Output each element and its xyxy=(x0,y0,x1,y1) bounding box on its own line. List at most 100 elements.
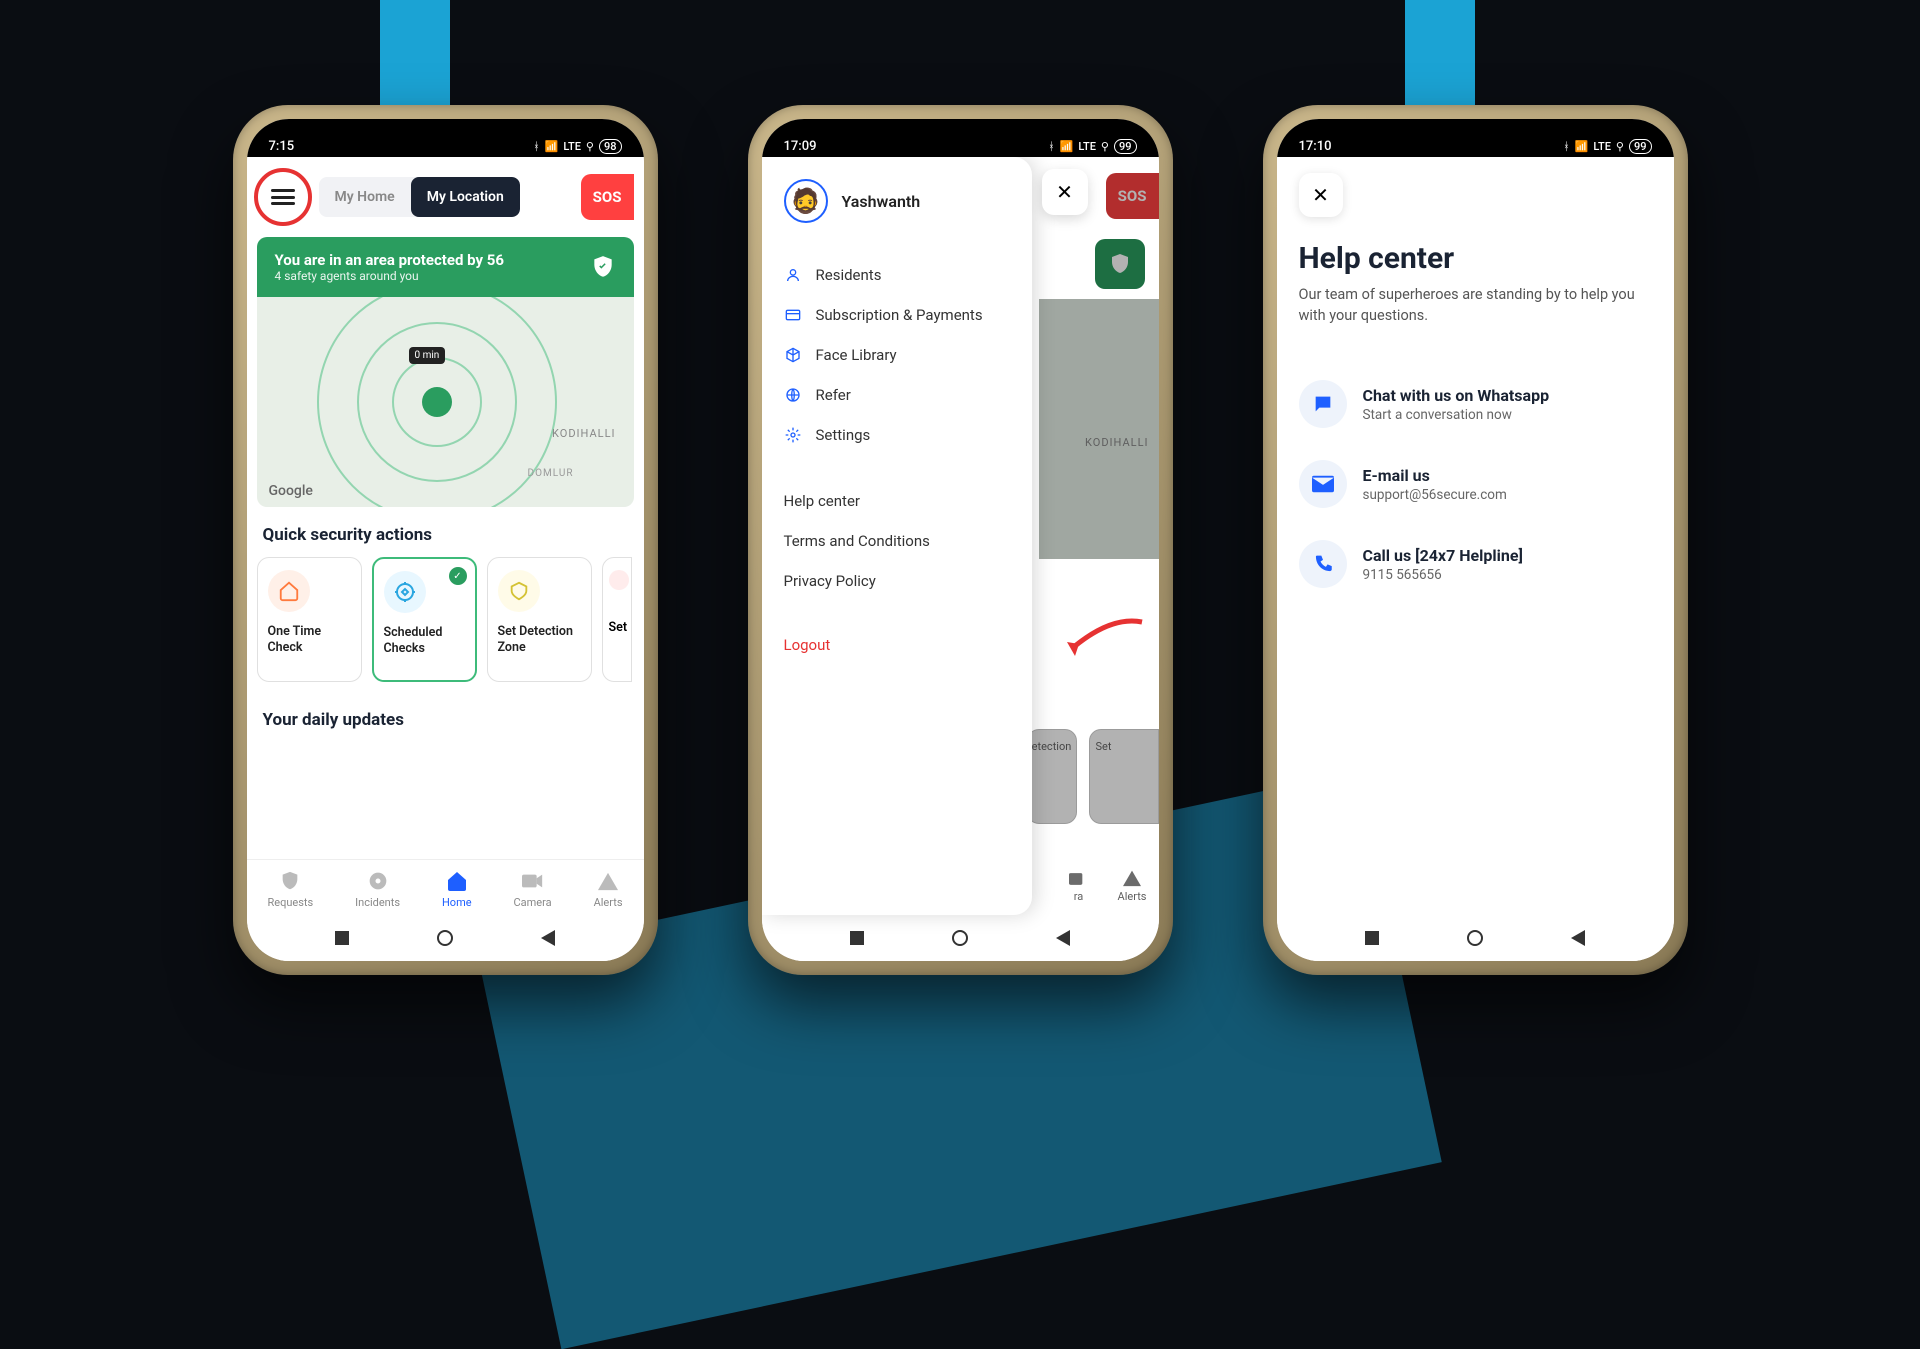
phone-frame-2: 17:09 ᚼ 📶 LTE ⚲ 99 SOS KODIHALLI etectio… xyxy=(748,105,1173,975)
map-place-label: KODIHALLI xyxy=(552,427,615,440)
recent-apps-icon[interactable] xyxy=(850,931,864,945)
action-scheduled-checks[interactable]: ✓ Scheduled Checks xyxy=(372,557,477,682)
drawer-label: Subscription & Payments xyxy=(816,306,983,324)
disc-icon xyxy=(365,868,391,894)
action-label: Scheduled Checks xyxy=(384,625,465,656)
nav-label: Camera xyxy=(514,896,552,909)
nav-label: Incidents xyxy=(355,896,400,909)
map-view[interactable]: 0 min KODIHALLI DOMLUR Google xyxy=(257,297,634,507)
bg-nav-partial: Alerts xyxy=(1118,869,1147,903)
help-center-body: ✕ Help center Our team of superheroes ar… xyxy=(1277,157,1674,915)
drawer-label: Refer xyxy=(816,386,851,404)
sos-button[interactable]: SOS xyxy=(581,174,634,220)
map-pin-icon xyxy=(422,387,452,417)
drawer-separator xyxy=(762,455,1032,481)
actions-row[interactable]: One Time Check ✓ Scheduled Checks Set xyxy=(257,557,634,692)
back-button-icon[interactable] xyxy=(1571,930,1585,946)
drawer-item-refer[interactable]: Refer xyxy=(762,375,1032,415)
android-nav-bar xyxy=(247,915,644,961)
close-button[interactable]: ✕ xyxy=(1042,169,1088,215)
action-card-partial[interactable]: Set xyxy=(602,557,632,682)
check-badge-icon: ✓ xyxy=(449,567,467,585)
bg-card-partial: etection xyxy=(1027,729,1077,824)
drawer-label: Face Library xyxy=(816,346,897,364)
action-one-time-check[interactable]: One Time Check xyxy=(257,557,362,682)
drawer-item-help-center[interactable]: Help center xyxy=(762,481,1032,521)
app-header: My Home My Location SOS xyxy=(247,157,644,237)
annotation-arrow-icon xyxy=(1057,614,1147,664)
help-title: Chat with us on Whatsapp xyxy=(1363,386,1550,405)
help-title: Call us [24x7 Helpline] xyxy=(1363,546,1523,565)
menu-button-highlight xyxy=(257,171,309,223)
zone-icon xyxy=(498,570,540,612)
user-name: Yashwanth xyxy=(842,192,921,211)
target-icon xyxy=(384,571,426,613)
drawer-item-residents[interactable]: Residents xyxy=(762,255,1032,295)
shield-icon xyxy=(277,868,303,894)
nav-alerts[interactable]: Alerts xyxy=(594,868,623,909)
phone-icon xyxy=(1299,540,1347,588)
battery-icon: 99 xyxy=(1629,139,1652,154)
drawer-label: Privacy Policy xyxy=(784,572,876,590)
home-button-icon[interactable] xyxy=(1467,930,1483,946)
android-nav-bar xyxy=(1277,915,1674,961)
android-nav-bar xyxy=(762,915,1159,961)
nav-requests[interactable]: Requests xyxy=(267,868,313,909)
sos-button: SOS xyxy=(1106,173,1159,219)
help-option-email[interactable]: E-mail us support@56secure.com xyxy=(1299,444,1652,524)
action-label: One Time Check xyxy=(268,624,351,655)
recent-apps-icon[interactable] xyxy=(1365,931,1379,945)
drawer-header[interactable]: 🧔 Yashwanth xyxy=(762,179,1032,247)
nav-label: Alerts xyxy=(594,896,623,909)
drawer-label: Help center xyxy=(784,492,860,510)
status-time: 17:10 xyxy=(1299,139,1332,154)
battery-icon: 98 xyxy=(599,139,622,154)
drawer-item-terms[interactable]: Terms and Conditions xyxy=(762,521,1032,561)
mail-icon xyxy=(1299,460,1347,508)
toggle-my-home[interactable]: My Home xyxy=(319,177,411,217)
phone-frame-1: 7:15 ᚼ 📶 LTE ⚲ 98 My Home My Location xyxy=(233,105,658,975)
camera-icon xyxy=(520,868,546,894)
map-partial: KODIHALLI xyxy=(1039,299,1159,559)
drawer-item-face-library[interactable]: Face Library xyxy=(762,335,1032,375)
banner-title: You are in an area protected by 56 xyxy=(275,251,504,269)
nav-label: Home xyxy=(442,896,472,909)
help-sub: Start a conversation now xyxy=(1363,407,1550,423)
close-button[interactable]: ✕ xyxy=(1299,173,1343,217)
nav-camera[interactable]: Camera xyxy=(514,868,552,909)
help-option-call[interactable]: Call us [24x7 Helpline] 9115 565656 xyxy=(1299,524,1652,604)
back-button-icon[interactable] xyxy=(541,930,555,946)
wifi-icon: ⚲ xyxy=(1616,140,1624,153)
help-sub: support@56secure.com xyxy=(1363,487,1507,503)
card-icon xyxy=(784,306,802,324)
map-place-label: DOMLUR xyxy=(528,468,574,479)
drawer-item-privacy[interactable]: Privacy Policy xyxy=(762,561,1032,601)
help-option-whatsapp[interactable]: Chat with us on Whatsapp Start a convers… xyxy=(1299,364,1652,444)
help-title: E-mail us xyxy=(1363,466,1507,485)
section-title-actions: Quick security actions xyxy=(257,507,634,557)
signal-icon: 📶 xyxy=(1575,140,1589,153)
phone-screen-3: 17:10 ᚼ 📶 LTE ⚲ 99 ✕ Help center Our tea… xyxy=(1277,119,1674,961)
close-icon: ✕ xyxy=(1056,180,1073,204)
safety-banner[interactable]: You are in an area protected by 56 4 saf… xyxy=(257,237,634,297)
annotation-circle xyxy=(254,168,312,226)
nav-label: Requests xyxy=(267,896,313,909)
drawer-item-logout[interactable]: Logout xyxy=(762,625,1032,665)
action-label: Set xyxy=(609,620,625,635)
nav-home[interactable]: Home xyxy=(442,868,472,909)
page-title: Help center xyxy=(1299,241,1652,276)
avatar-icon: 🧔 xyxy=(784,179,828,223)
phone-frame-3: 17:10 ᚼ 📶 LTE ⚲ 99 ✕ Help center Our tea… xyxy=(1263,105,1688,975)
drawer-item-subscription[interactable]: Subscription & Payments xyxy=(762,295,1032,335)
action-detection-zone[interactable]: Set Detection Zone xyxy=(487,557,592,682)
section-title-updates: Your daily updates xyxy=(257,692,634,742)
toggle-my-location[interactable]: My Location xyxy=(411,177,520,217)
bluetooth-icon: ᚼ xyxy=(1563,140,1570,153)
recent-apps-icon[interactable] xyxy=(335,931,349,945)
home-button-icon[interactable] xyxy=(437,930,453,946)
back-button-icon[interactable] xyxy=(1056,930,1070,946)
signal-icon: 📶 xyxy=(545,140,559,153)
drawer-item-settings[interactable]: Settings xyxy=(762,415,1032,455)
home-button-icon[interactable] xyxy=(952,930,968,946)
nav-incidents[interactable]: Incidents xyxy=(355,868,400,909)
